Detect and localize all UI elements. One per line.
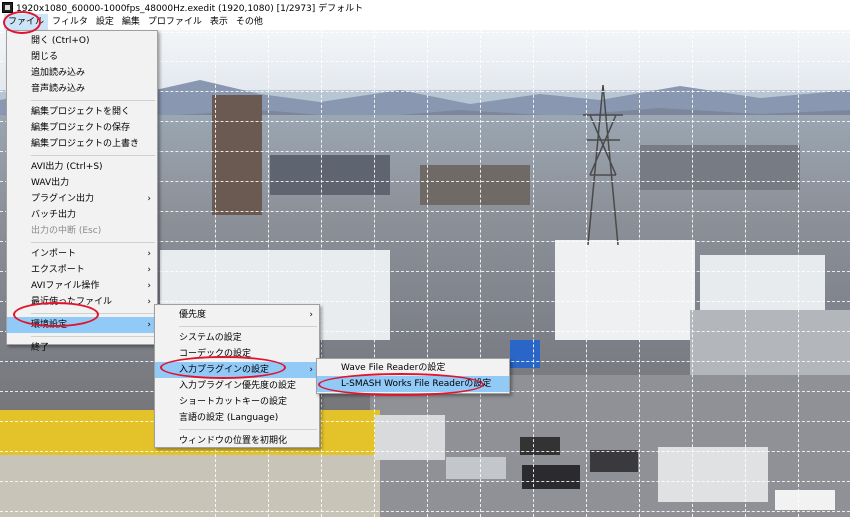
menu-item-system-settings[interactable]: システムの設定 <box>155 330 319 346</box>
env-settings-submenu: 優先度 › システムの設定 コーデックの設定 入力プラグインの設定 › 入力プラグイ… <box>154 304 320 448</box>
menu-separator <box>31 155 155 156</box>
menu-item-codec-settings[interactable]: コーデックの設定 <box>155 346 319 362</box>
menu-other[interactable]: その他 <box>232 14 267 30</box>
menu-item-audio-load[interactable]: 音声読み込み <box>7 81 157 97</box>
menu-filter[interactable]: フィルタ <box>48 14 92 30</box>
menu-item-open[interactable]: 開く (Ctrl+O) <box>7 33 157 49</box>
menu-view[interactable]: 表示 <box>206 14 232 30</box>
menu-item-shortcut-settings[interactable]: ショートカットキーの設定 <box>155 394 319 410</box>
menu-item-label: 環境設定 <box>31 320 68 330</box>
submenu-arrow-icon: › <box>309 365 313 375</box>
menu-item-wav-output[interactable]: WAV出力 <box>7 175 157 191</box>
menu-item-import[interactable]: インポート › <box>7 246 157 262</box>
app-icon <box>2 1 13 13</box>
menu-item-overwrite-project[interactable]: 編集プロジェクトの上書き <box>7 136 157 152</box>
menu-item-env-settings[interactable]: 環境設定 › <box>7 317 157 333</box>
submenu-arrow-icon: › <box>147 297 151 307</box>
submenu-arrow-icon: › <box>147 320 151 330</box>
menu-separator <box>31 336 155 337</box>
menu-item-label: 優先度 <box>179 310 207 320</box>
menu-separator <box>179 429 317 430</box>
window-title: 1920x1080_60000-1000fps_48000Hz.exedit (… <box>16 3 364 14</box>
menu-item-label: プラグイン出力 <box>31 194 95 204</box>
menu-item-add-load[interactable]: 追加読み込み <box>7 65 157 81</box>
menu-settings[interactable]: 設定 <box>92 14 118 30</box>
menu-bar: ファイル フィルタ 設定 編集 プロファイル 表示 その他 <box>0 14 850 30</box>
submenu-arrow-icon: › <box>309 310 313 320</box>
menu-separator <box>31 313 155 314</box>
menu-item-input-plugin-settings[interactable]: 入力プラグインの設定 › <box>155 362 319 378</box>
menu-item-exit[interactable]: 終了 <box>7 340 157 356</box>
menu-item-label: エクスポート <box>31 265 85 275</box>
menu-edit[interactable]: 編集 <box>118 14 144 30</box>
menu-item-label: インポート <box>31 249 77 259</box>
menu-item-open-project[interactable]: 編集プロジェクトを開く <box>7 104 157 120</box>
input-plugin-submenu: Wave File Readerの設定 L-SMASH Works File R… <box>316 358 510 394</box>
menu-item-plugin-output[interactable]: プラグイン出力 › <box>7 191 157 207</box>
menu-separator <box>31 242 155 243</box>
menu-separator <box>31 100 155 101</box>
submenu-arrow-icon: › <box>147 194 151 204</box>
menu-item-lsmash-reader[interactable]: L-SMASH Works File Readerの設定 <box>317 376 509 392</box>
menu-profile[interactable]: プロファイル <box>144 14 206 30</box>
menu-file[interactable]: ファイル <box>4 14 49 30</box>
menu-item-reset-window[interactable]: ウィンドウの位置を初期化 <box>155 433 319 449</box>
menu-item-language-settings[interactable]: 言語の設定 (Language) <box>155 410 319 426</box>
menu-item-label: 入力プラグインの設定 <box>179 365 270 375</box>
menu-item-label: 最近使ったファイル <box>31 297 113 307</box>
menu-separator <box>179 326 317 327</box>
title-bar: 1920x1080_60000-1000fps_48000Hz.exedit (… <box>0 0 850 14</box>
submenu-arrow-icon: › <box>147 249 151 259</box>
menu-item-stop-output: 出力の中断 (Esc) <box>31 226 102 236</box>
file-menu: 開く (Ctrl+O) 閉じる 追加読み込み 音声読み込み 編集プロジェクトを開… <box>6 30 158 353</box>
menu-item-label: AVIファイル操作 <box>31 281 100 291</box>
menu-item-avi-output[interactable]: AVI出力 (Ctrl+S) <box>7 159 157 175</box>
submenu-arrow-icon: › <box>147 265 151 275</box>
menu-item-avi-ops[interactable]: AVIファイル操作 › <box>7 278 157 294</box>
menu-item-save-project[interactable]: 編集プロジェクトの保存 <box>7 120 157 136</box>
menu-item-input-plugin-priority[interactable]: 入力プラグイン優先度の設定 <box>155 378 319 394</box>
menu-item-recent[interactable]: 最近使ったファイル › <box>7 294 157 310</box>
menu-item-export[interactable]: エクスポート › <box>7 262 157 278</box>
submenu-arrow-icon: › <box>147 281 151 291</box>
menu-item-wave-reader[interactable]: Wave File Readerの設定 <box>317 360 509 376</box>
menu-item-priority[interactable]: 優先度 › <box>155 307 319 323</box>
menu-item-close[interactable]: 閉じる <box>7 49 157 65</box>
menu-item-batch-output[interactable]: バッチ出力 <box>7 207 157 223</box>
